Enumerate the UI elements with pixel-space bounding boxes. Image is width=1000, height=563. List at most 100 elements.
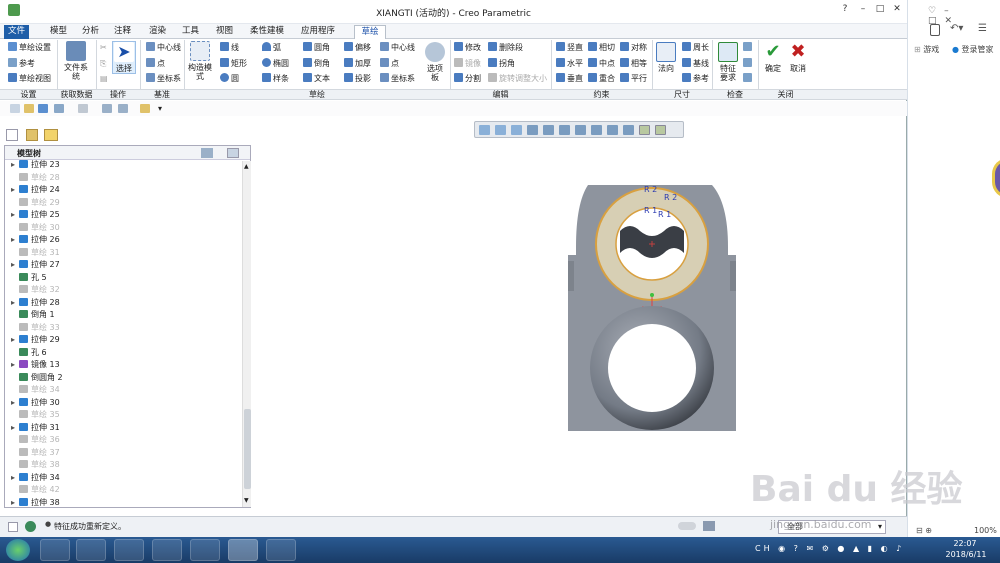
perimeter-button[interactable]: 周长	[682, 42, 709, 53]
annotation-display-icon[interactable]	[623, 125, 634, 135]
sketch-setup-button[interactable]: 草绘设置	[8, 42, 51, 53]
favorites-tab-icon[interactable]	[44, 129, 58, 141]
tree-row[interactable]: 草绘 30	[11, 222, 60, 234]
tab-analysis[interactable]: 分析	[78, 25, 103, 39]
arc-button[interactable]: 弧	[262, 42, 281, 53]
sketch-csys-button[interactable]: 坐标系	[380, 73, 415, 84]
new-icon[interactable]	[10, 104, 20, 113]
select-button[interactable]: ➤ 选择	[112, 41, 136, 74]
text-button[interactable]: 文本	[303, 73, 330, 84]
corner-button[interactable]: 拐角	[488, 58, 515, 69]
display-style-icon[interactable]	[543, 125, 554, 135]
tab-view[interactable]: 视图	[212, 25, 237, 39]
sketch-view-button[interactable]: 草绘视图	[8, 73, 51, 84]
system-tray[interactable]: CH ◉ ? ✉ ⚙ ● ▲ ▮ ◐ ♪	[755, 544, 904, 553]
chamfer-button[interactable]: 倒角	[303, 58, 330, 69]
expand-arrow-icon[interactable]: ▸	[11, 297, 19, 309]
highlight-open-ends-icon[interactable]	[743, 58, 754, 69]
game-link[interactable]: ⊞ 游戏	[914, 44, 939, 55]
tree-row[interactable]: ▸ 拉伸 31	[11, 422, 60, 434]
tree-row[interactable]: 孔 5	[11, 272, 47, 284]
taskbar-media-icon[interactable]	[114, 539, 144, 561]
tree-row[interactable]: 倒角 1	[11, 309, 55, 321]
tree-scrollbar[interactable]: ▲ ▼	[242, 161, 251, 507]
datum-csys-button[interactable]: 坐标系	[146, 73, 181, 84]
project-button[interactable]: 投影	[344, 73, 371, 84]
baseline-button[interactable]: 基线	[682, 58, 709, 69]
coincident-constraint-button[interactable]: 重合	[588, 73, 615, 84]
dim-label-r2a[interactable]: R 2	[644, 185, 657, 194]
tree-row[interactable]: ▸ 拉伸 27	[11, 259, 60, 271]
tree-row[interactable]: 草绘 32	[11, 284, 60, 296]
perspective-icon[interactable]	[591, 125, 602, 135]
zoom-out-icon[interactable]	[511, 125, 522, 135]
close-window-icon[interactable]	[140, 104, 150, 113]
horizontal-constraint-button[interactable]: 水平	[556, 58, 583, 69]
dim-label-r1b[interactable]: R 1	[658, 210, 671, 219]
construction-mode-button[interactable]: 构造模式	[188, 41, 212, 81]
model-viewport[interactable]: R 2 R 2 R 1 R 1	[560, 183, 745, 435]
tree-row[interactable]: ▸ 拉伸 30	[11, 397, 60, 409]
customize-dropdown-icon[interactable]: ▾	[158, 104, 168, 113]
taskbar-creo-icon[interactable]	[228, 539, 258, 561]
view-manager-icon[interactable]	[575, 125, 586, 135]
scroll-thumb[interactable]	[244, 409, 251, 489]
expand-arrow-icon[interactable]: ▸	[11, 359, 19, 371]
group-constrain[interactable]: 约束	[551, 90, 652, 100]
cancel-button[interactable]: ✖ 取消	[787, 42, 809, 74]
expand-arrow-icon[interactable]: ▸	[11, 334, 19, 346]
datum-centerline-button[interactable]: 中心线	[146, 42, 181, 53]
tab-render[interactable]: 渲染	[145, 25, 170, 39]
divide-button[interactable]: 分割	[454, 73, 481, 84]
tangent-constraint-button[interactable]: 相切	[588, 42, 615, 53]
taskbar-explorer-icon[interactable]	[76, 539, 106, 561]
tree-row[interactable]: ▸ 拉伸 23	[11, 159, 60, 171]
symmetric-constraint-button[interactable]: 对称	[620, 42, 647, 53]
tree-row[interactable]: 草绘 31	[11, 247, 60, 259]
tree-row[interactable]: 草绘 34	[11, 384, 60, 396]
phone-icon[interactable]	[930, 24, 940, 36]
tab-tools[interactable]: 工具	[178, 25, 203, 39]
feature-requirements-button[interactable]: 特征要求	[717, 42, 739, 82]
tab-file[interactable]: 文件	[4, 25, 30, 39]
refit-icon[interactable]	[479, 125, 490, 135]
spline-button[interactable]: 样条	[262, 73, 289, 84]
parallel-constraint-button[interactable]: 平行	[620, 73, 647, 84]
tree-row[interactable]: 草绘 29	[11, 197, 60, 209]
line-button[interactable]: 线	[220, 42, 239, 53]
folder-browser-tab-icon[interactable]	[26, 129, 38, 141]
taskbar-baidu-icon[interactable]	[152, 539, 182, 561]
perpendicular-constraint-button[interactable]: 垂直	[556, 73, 583, 84]
expand-arrow-icon[interactable]: ▸	[11, 209, 19, 221]
midpoint-constraint-button[interactable]: 中点	[588, 58, 615, 69]
references-button[interactable]: 参考	[8, 58, 35, 69]
offset-button[interactable]: 偏移	[344, 42, 371, 53]
expand-arrow-icon[interactable]: ▸	[11, 259, 19, 271]
shade-closed-loops-icon[interactable]	[743, 73, 754, 84]
tree-settings-icon[interactable]	[201, 148, 213, 158]
sketch-display-icon[interactable]	[655, 125, 666, 135]
delete-segment-button[interactable]: 删除段	[488, 42, 523, 53]
group-operations[interactable]: 操作	[96, 90, 140, 100]
more-icon[interactable]: ☰	[978, 23, 987, 34]
undo-icon[interactable]	[54, 104, 64, 113]
expand-arrow-icon[interactable]: ▸	[11, 234, 19, 246]
reference-dimension-button[interactable]: 参考	[682, 73, 709, 84]
tree-row[interactable]: ▸ 拉伸 24	[11, 184, 60, 196]
expand-arrow-icon[interactable]: ▸	[11, 159, 19, 171]
fillet-button[interactable]: 圆角	[303, 42, 330, 53]
normal-dimension-button[interactable]: 法向	[655, 42, 677, 73]
tree-row[interactable]: ▸ 拉伸 29	[11, 334, 60, 346]
start-button[interactable]	[6, 539, 30, 561]
expand-arrow-icon[interactable]: ▸	[11, 497, 19, 508]
clock-date[interactable]: 2018/6/11	[940, 550, 992, 559]
datum-point-button[interactable]: 点	[146, 58, 165, 69]
sketch-point-button[interactable]: 点	[380, 58, 399, 69]
vertical-constraint-button[interactable]: 竖直	[556, 42, 583, 53]
tree-row[interactable]: ▸ 拉伸 34	[11, 472, 60, 484]
scroll-down-icon[interactable]: ▼	[244, 497, 251, 505]
windows-icon[interactable]	[118, 104, 128, 113]
saved-views-icon[interactable]	[559, 125, 570, 135]
tree-row[interactable]: 草绘 33	[11, 322, 60, 334]
redo-icon[interactable]	[78, 104, 88, 113]
